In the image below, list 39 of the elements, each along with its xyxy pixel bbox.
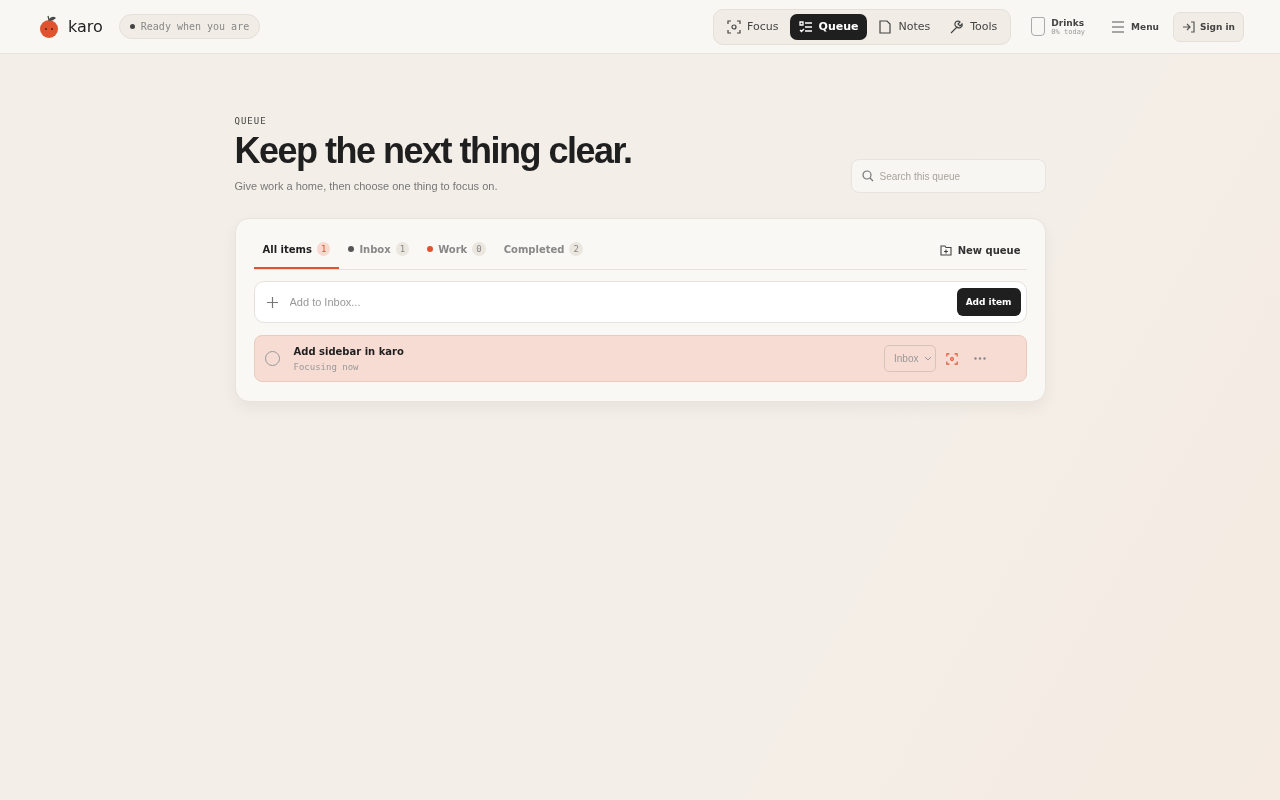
count-badge: 2 xyxy=(569,242,583,256)
count-badge: 0 xyxy=(472,242,486,256)
page-title: Keep the next thing clear. xyxy=(234,130,632,172)
nav-tab[interactable]: Focus xyxy=(718,13,788,40)
page-subtitle: Give work a home, then choose one thing to focus on. xyxy=(234,180,499,192)
focus-icon xyxy=(727,19,742,34)
count-badge: 1 xyxy=(395,242,410,256)
item-title: Add sidebar in karo xyxy=(293,345,405,357)
status-dot-icon xyxy=(129,24,135,29)
filter-tab[interactable]: All items 1 xyxy=(253,231,340,269)
section-label: QUEUE xyxy=(234,116,268,126)
queue-item[interactable]: Add sidebar in karo Focusing now Inbox xyxy=(253,335,1027,382)
chevron-down-icon xyxy=(923,356,932,361)
search-icon xyxy=(861,170,874,182)
item-status: Focusing now xyxy=(293,361,360,372)
brand-name: karo xyxy=(68,17,103,36)
add-item-field[interactable]: Add to Inbox... Add item xyxy=(253,281,1027,323)
nav-tab[interactable]: Tools xyxy=(941,13,1007,40)
search-field[interactable]: Search this queue xyxy=(850,159,1046,193)
document-icon xyxy=(878,19,893,34)
plus-icon xyxy=(266,296,278,308)
wrench-icon xyxy=(950,19,965,34)
new-queue-button[interactable]: New queue xyxy=(933,231,1027,269)
checklist-icon xyxy=(798,19,813,34)
nav-tab[interactable]: Queue xyxy=(789,13,868,40)
status-text: Ready when you are xyxy=(140,21,250,32)
folder-plus-icon xyxy=(939,244,952,256)
nav-tab[interactable]: Notes xyxy=(869,13,940,40)
add-item-button[interactable]: Add item xyxy=(956,288,1021,316)
cup-icon xyxy=(1031,17,1046,36)
more-icon[interactable] xyxy=(973,357,986,360)
menu-icon xyxy=(1111,20,1126,33)
focus-icon[interactable] xyxy=(945,352,958,365)
sign-in-icon xyxy=(1181,20,1195,33)
tomato-logo-icon xyxy=(38,14,60,39)
count-badge: 1 xyxy=(316,242,331,256)
drinks-label: Drinks xyxy=(1051,17,1086,28)
menu-button[interactable]: Menu xyxy=(1105,19,1165,34)
sign-in-button[interactable]: Sign in xyxy=(1172,11,1244,42)
